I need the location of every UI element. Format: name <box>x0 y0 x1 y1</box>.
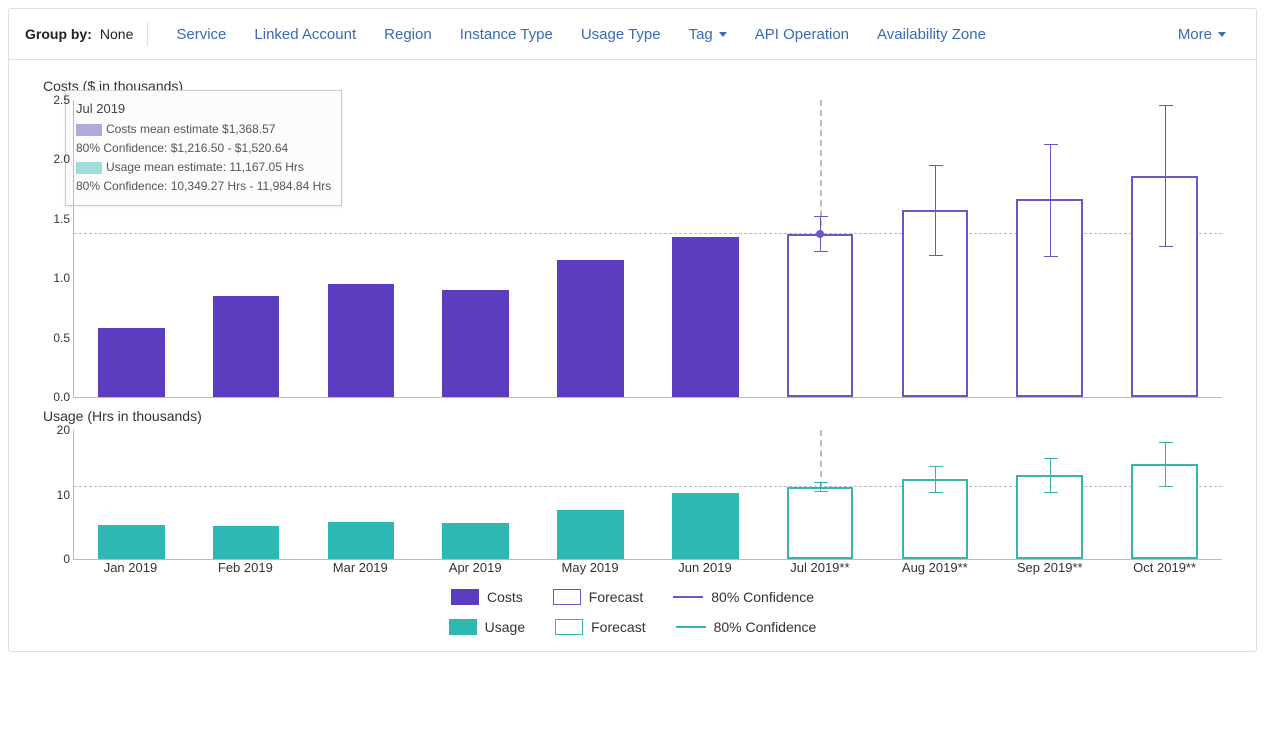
bar-slot <box>304 100 419 397</box>
legend-conf-label: 80% Confidence <box>711 589 814 605</box>
bar-jan-2019[interactable] <box>98 525 165 559</box>
bar-jan-2019[interactable] <box>98 328 165 397</box>
bar-slot <box>763 100 878 397</box>
filter-bar: Group by: None ServiceLinked AccountRegi… <box>9 9 1256 60</box>
usage-legend: Usage Forecast 80% Confidence <box>33 619 1232 635</box>
separator <box>147 22 148 46</box>
confidence-interval <box>935 165 936 255</box>
bar-jun-2019[interactable] <box>672 493 739 559</box>
legend-forecast-label: Forecast <box>591 619 645 635</box>
y-tick: 1.0 <box>36 271 70 285</box>
x-axis-label: May 2019 <box>533 560 648 575</box>
costs-legend: Costs Forecast 80% Confidence <box>33 589 1232 605</box>
bar-feb-2019[interactable] <box>213 296 280 397</box>
bar-slot <box>533 430 648 559</box>
legend-forecast-label: Forecast <box>589 589 643 605</box>
confidence-interval <box>820 482 821 493</box>
y-tick: 0.5 <box>36 331 70 345</box>
usage-chart-title: Usage (Hrs in thousands) <box>43 408 1232 424</box>
filter-usage-type[interactable]: Usage Type <box>567 20 675 49</box>
y-tick: 2.0 <box>36 152 70 166</box>
y-tick: 0.0 <box>36 390 70 404</box>
cost-explorer-panel: Group by: None ServiceLinked AccountRegi… <box>8 8 1257 652</box>
filter-linked-account[interactable]: Linked Account <box>240 20 370 49</box>
group-by-label: Group by: <box>25 26 92 42</box>
chevron-down-icon <box>1212 26 1226 43</box>
legend-costs-swatch <box>451 589 479 605</box>
x-axis-label: Aug 2019** <box>877 560 992 575</box>
x-axis: Jan 2019Feb 2019Mar 2019Apr 2019May 2019… <box>73 560 1222 575</box>
filter-availability-zone[interactable]: Availability Zone <box>863 20 1000 49</box>
legend-forecast-swatch <box>553 589 581 605</box>
bar-slot <box>1107 100 1222 397</box>
bar-slot <box>992 100 1107 397</box>
confidence-interval <box>935 466 936 493</box>
legend-usage-label: Usage <box>485 619 525 635</box>
bar-apr-2019[interactable] <box>442 290 509 397</box>
filter-tag[interactable]: Tag <box>675 20 741 49</box>
bar-slot <box>418 100 533 397</box>
group-by-value: None <box>100 26 133 42</box>
bar-slot <box>418 430 533 559</box>
bar-slot <box>878 430 993 559</box>
confidence-interval <box>1050 144 1051 257</box>
bar-slot <box>74 100 189 397</box>
confidence-interval <box>1165 105 1166 248</box>
bar-jul-2019[interactable] <box>787 487 854 559</box>
costs-chart: 0.00.51.01.52.02.5 <box>73 100 1222 398</box>
bar-feb-2019[interactable] <box>213 526 280 559</box>
filter-api-operation[interactable]: API Operation <box>741 20 863 49</box>
x-axis-label: Mar 2019 <box>303 560 418 575</box>
legend-conf-label: 80% Confidence <box>714 619 817 635</box>
bar-apr-2019[interactable] <box>442 523 509 559</box>
y-tick: 10 <box>36 488 70 502</box>
filter-region[interactable]: Region <box>370 20 446 49</box>
bar-slot <box>533 100 648 397</box>
bar-slot <box>763 430 878 559</box>
x-axis-label: Jan 2019 <box>73 560 188 575</box>
legend-conf-swatch <box>673 596 703 598</box>
more-link[interactable]: More <box>1164 20 1240 49</box>
x-axis-label: Sep 2019** <box>992 560 1107 575</box>
legend-costs-label: Costs <box>487 589 523 605</box>
chevron-down-icon <box>713 26 727 43</box>
bar-may-2019[interactable] <box>557 260 624 397</box>
usage-chart: 01020 <box>73 430 1222 560</box>
filter-links: ServiceLinked AccountRegionInstance Type… <box>162 20 1000 49</box>
confidence-interval <box>1165 442 1166 487</box>
confidence-interval <box>1050 458 1051 493</box>
bar-slot <box>1107 430 1222 559</box>
y-tick: 0 <box>36 552 70 566</box>
x-axis-label: Apr 2019 <box>418 560 533 575</box>
bar-slot <box>878 100 993 397</box>
x-axis-label: Feb 2019 <box>188 560 303 575</box>
bar-slot <box>648 100 763 397</box>
legend-forecast-swatch <box>555 619 583 635</box>
forecast-marker <box>816 230 824 238</box>
y-tick: 1.5 <box>36 212 70 226</box>
x-axis-label: Jun 2019 <box>648 560 763 575</box>
bar-slot <box>992 430 1107 559</box>
chart-area: Jul 2019 Costs mean estimate $1,368.57 8… <box>9 60 1256 651</box>
legend-usage-swatch <box>449 619 477 635</box>
bar-jun-2019[interactable] <box>672 237 739 397</box>
y-tick: 2.5 <box>36 93 70 107</box>
x-axis-label: Oct 2019** <box>1107 560 1222 575</box>
legend-conf-swatch <box>676 626 706 628</box>
bar-slot <box>648 430 763 559</box>
bar-mar-2019[interactable] <box>328 522 395 559</box>
x-axis-label: Jul 2019** <box>762 560 877 575</box>
bar-jul-2019[interactable] <box>787 234 854 397</box>
y-tick: 20 <box>36 423 70 437</box>
bar-slot <box>189 430 304 559</box>
filter-instance-type[interactable]: Instance Type <box>446 20 567 49</box>
bar-slot <box>74 430 189 559</box>
bar-mar-2019[interactable] <box>328 284 395 397</box>
bar-may-2019[interactable] <box>557 510 624 559</box>
filter-service[interactable]: Service <box>162 20 240 49</box>
bar-slot <box>189 100 304 397</box>
bar-slot <box>304 430 419 559</box>
